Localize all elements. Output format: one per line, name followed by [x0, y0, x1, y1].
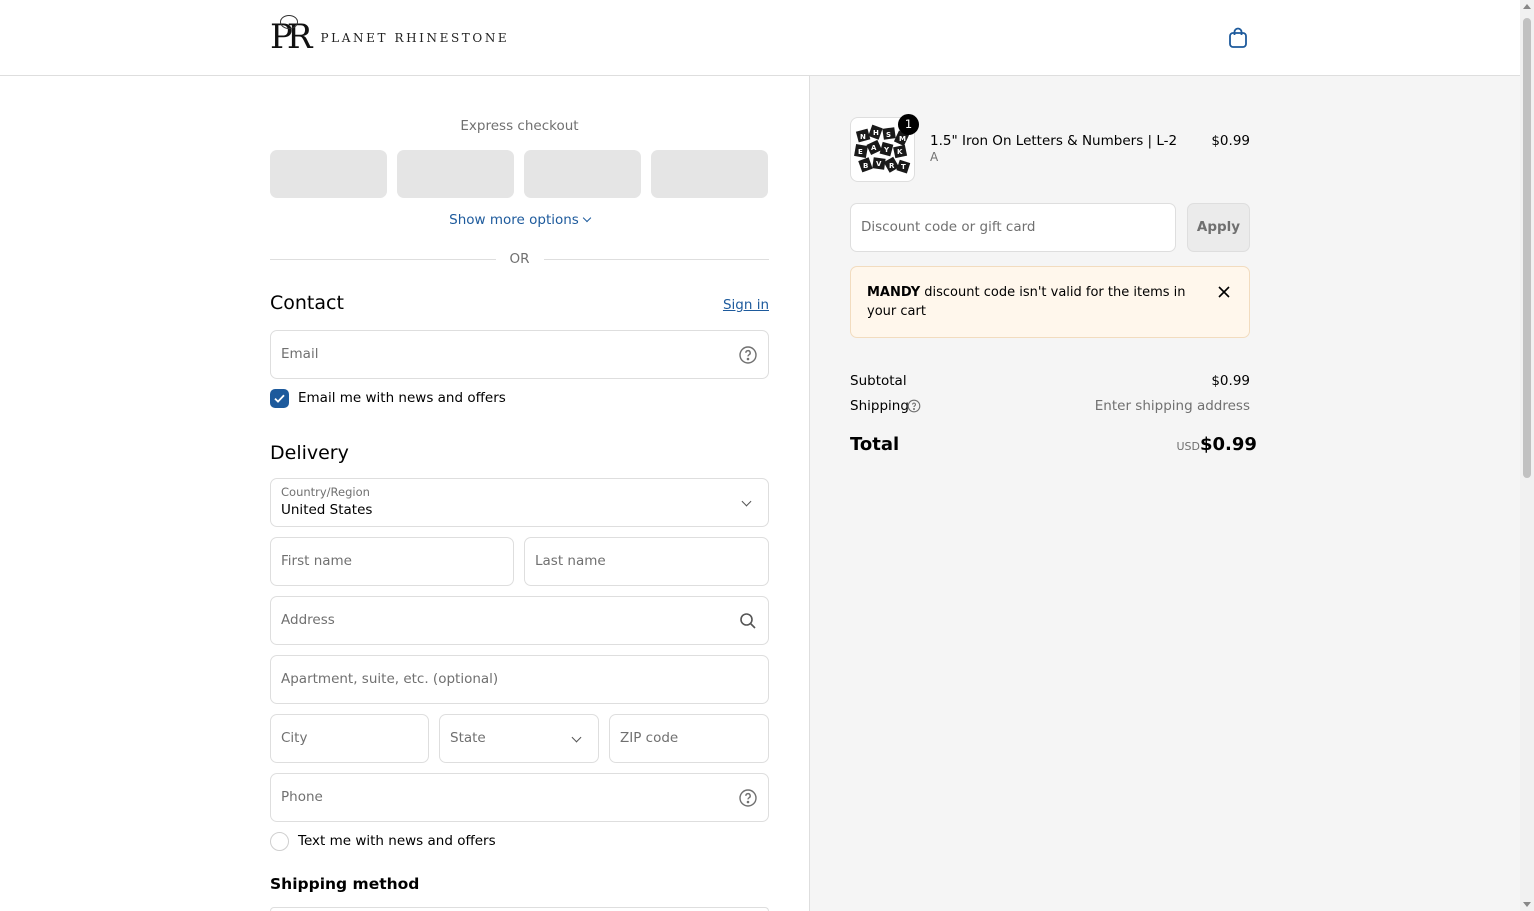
country-select[interactable]: Country/Region United States: [270, 478, 769, 527]
svg-text:E: E: [858, 148, 863, 156]
phone-field[interactable]: Phone: [270, 773, 769, 822]
help-circle-icon[interactable]: [738, 788, 758, 808]
subtotal-value: $0.99: [1211, 373, 1250, 389]
express-pay-button-3[interactable]: [524, 150, 641, 198]
discount-code-field[interactable]: Discount code or gift card: [850, 203, 1176, 252]
apply-discount-button[interactable]: Apply: [1187, 203, 1250, 252]
brand-monogram: PR: [270, 15, 313, 57]
svg-text:T: T: [901, 163, 906, 171]
chevron-down-icon: [741, 496, 752, 507]
phone-placeholder: Phone: [281, 789, 323, 805]
shipping-value: Enter shipping address: [1094, 398, 1250, 414]
email-placeholder: Email: [281, 346, 319, 362]
alert-message: MANDY discount code isn't valid for the …: [867, 283, 1187, 321]
zip-placeholder: ZIP code: [620, 730, 679, 746]
checkmark-icon: [274, 394, 285, 403]
chevron-down-icon: [582, 213, 592, 223]
or-divider-right: [544, 259, 769, 260]
express-pay-button-1[interactable]: [270, 150, 387, 198]
text-news-label: Text me with news and offers: [298, 833, 496, 849]
or-divider-left: [270, 259, 496, 260]
subtotal-label: Subtotal: [850, 373, 907, 389]
first-name-field[interactable]: First name: [270, 537, 514, 586]
checkout-header: PR Planet Rhinestone: [0, 0, 1520, 76]
state-placeholder: State: [450, 730, 486, 746]
search-icon: [740, 613, 756, 629]
sign-in-link[interactable]: Sign in: [700, 297, 769, 313]
page-scrollbar[interactable]: [1520, 0, 1534, 911]
svg-text:V: V: [876, 160, 882, 168]
city-placeholder: City: [281, 730, 308, 746]
brand-logo[interactable]: PR Planet Rhinestone: [270, 15, 510, 57]
svg-text:S: S: [886, 131, 891, 139]
quantity-badge: 1: [898, 114, 919, 135]
help-circle-icon[interactable]: [738, 345, 758, 365]
state-select[interactable]: State: [439, 714, 599, 763]
help-circle-icon[interactable]: [907, 399, 921, 413]
scroll-up-arrow-icon[interactable]: [1523, 4, 1531, 9]
brand-name: Planet Rhinestone: [320, 31, 510, 45]
country-value: United States: [281, 502, 373, 518]
svg-text:H: H: [873, 129, 879, 137]
text-news-checkbox[interactable]: [270, 832, 289, 851]
total-value: $0.99: [1200, 434, 1257, 455]
shopping-bag-icon[interactable]: [1226, 26, 1250, 50]
last-name-placeholder: Last name: [535, 553, 606, 569]
discount-placeholder: Discount code or gift card: [861, 219, 1036, 235]
svg-text:R: R: [889, 162, 895, 170]
or-divider-label: OR: [509, 251, 530, 267]
show-more-options-button[interactable]: Show more options: [270, 212, 769, 228]
product-price: $0.99: [1211, 133, 1250, 149]
show-more-label: Show more options: [449, 212, 579, 228]
email-news-label: Email me with news and offers: [298, 390, 506, 406]
apartment-placeholder: Apartment, suite, etc. (optional): [281, 671, 499, 687]
express-pay-button-4[interactable]: [651, 150, 768, 198]
email-news-checkbox[interactable]: [270, 389, 289, 408]
product-name: 1.5" Iron On Letters & Numbers | L-2: [930, 133, 1178, 149]
address-placeholder: Address: [281, 612, 335, 628]
svg-text:A: A: [871, 144, 877, 152]
discount-error-alert: MANDY discount code isn't valid for the …: [850, 266, 1250, 338]
delivery-heading: Delivery: [270, 442, 349, 464]
shipping-method-heading: Shipping method: [270, 875, 420, 893]
close-icon[interactable]: [1217, 285, 1231, 299]
first-name-placeholder: First name: [281, 553, 352, 569]
contact-heading: Contact: [270, 292, 344, 314]
scroll-down-arrow-icon[interactable]: [1523, 902, 1531, 907]
address-field[interactable]: Address: [270, 596, 769, 645]
order-summary-panel: [809, 76, 1520, 911]
country-label: Country/Region: [281, 485, 370, 499]
svg-text:B: B: [863, 162, 868, 170]
shipping-label: Shipping: [850, 398, 909, 414]
chevron-down-icon: [571, 732, 582, 743]
svg-text:K: K: [897, 148, 903, 156]
express-pay-button-2[interactable]: [397, 150, 514, 198]
express-checkout-title: Express checkout: [460, 118, 579, 134]
alert-code: MANDY: [867, 285, 921, 300]
scrollbar-thumb[interactable]: [1523, 18, 1531, 478]
total-currency: USD: [1176, 440, 1200, 453]
total-label: Total: [850, 434, 900, 455]
svg-text:M: M: [899, 135, 906, 143]
svg-text:N: N: [860, 133, 866, 141]
email-field[interactable]: Email: [270, 330, 769, 379]
shipping-method-box: [270, 907, 769, 911]
svg-text:Y: Y: [883, 146, 890, 154]
apartment-field[interactable]: Apartment, suite, etc. (optional): [270, 655, 769, 704]
city-field[interactable]: City: [270, 714, 429, 763]
last-name-field[interactable]: Last name: [524, 537, 769, 586]
zip-field[interactable]: ZIP code: [609, 714, 769, 763]
product-variant: A: [930, 150, 939, 164]
